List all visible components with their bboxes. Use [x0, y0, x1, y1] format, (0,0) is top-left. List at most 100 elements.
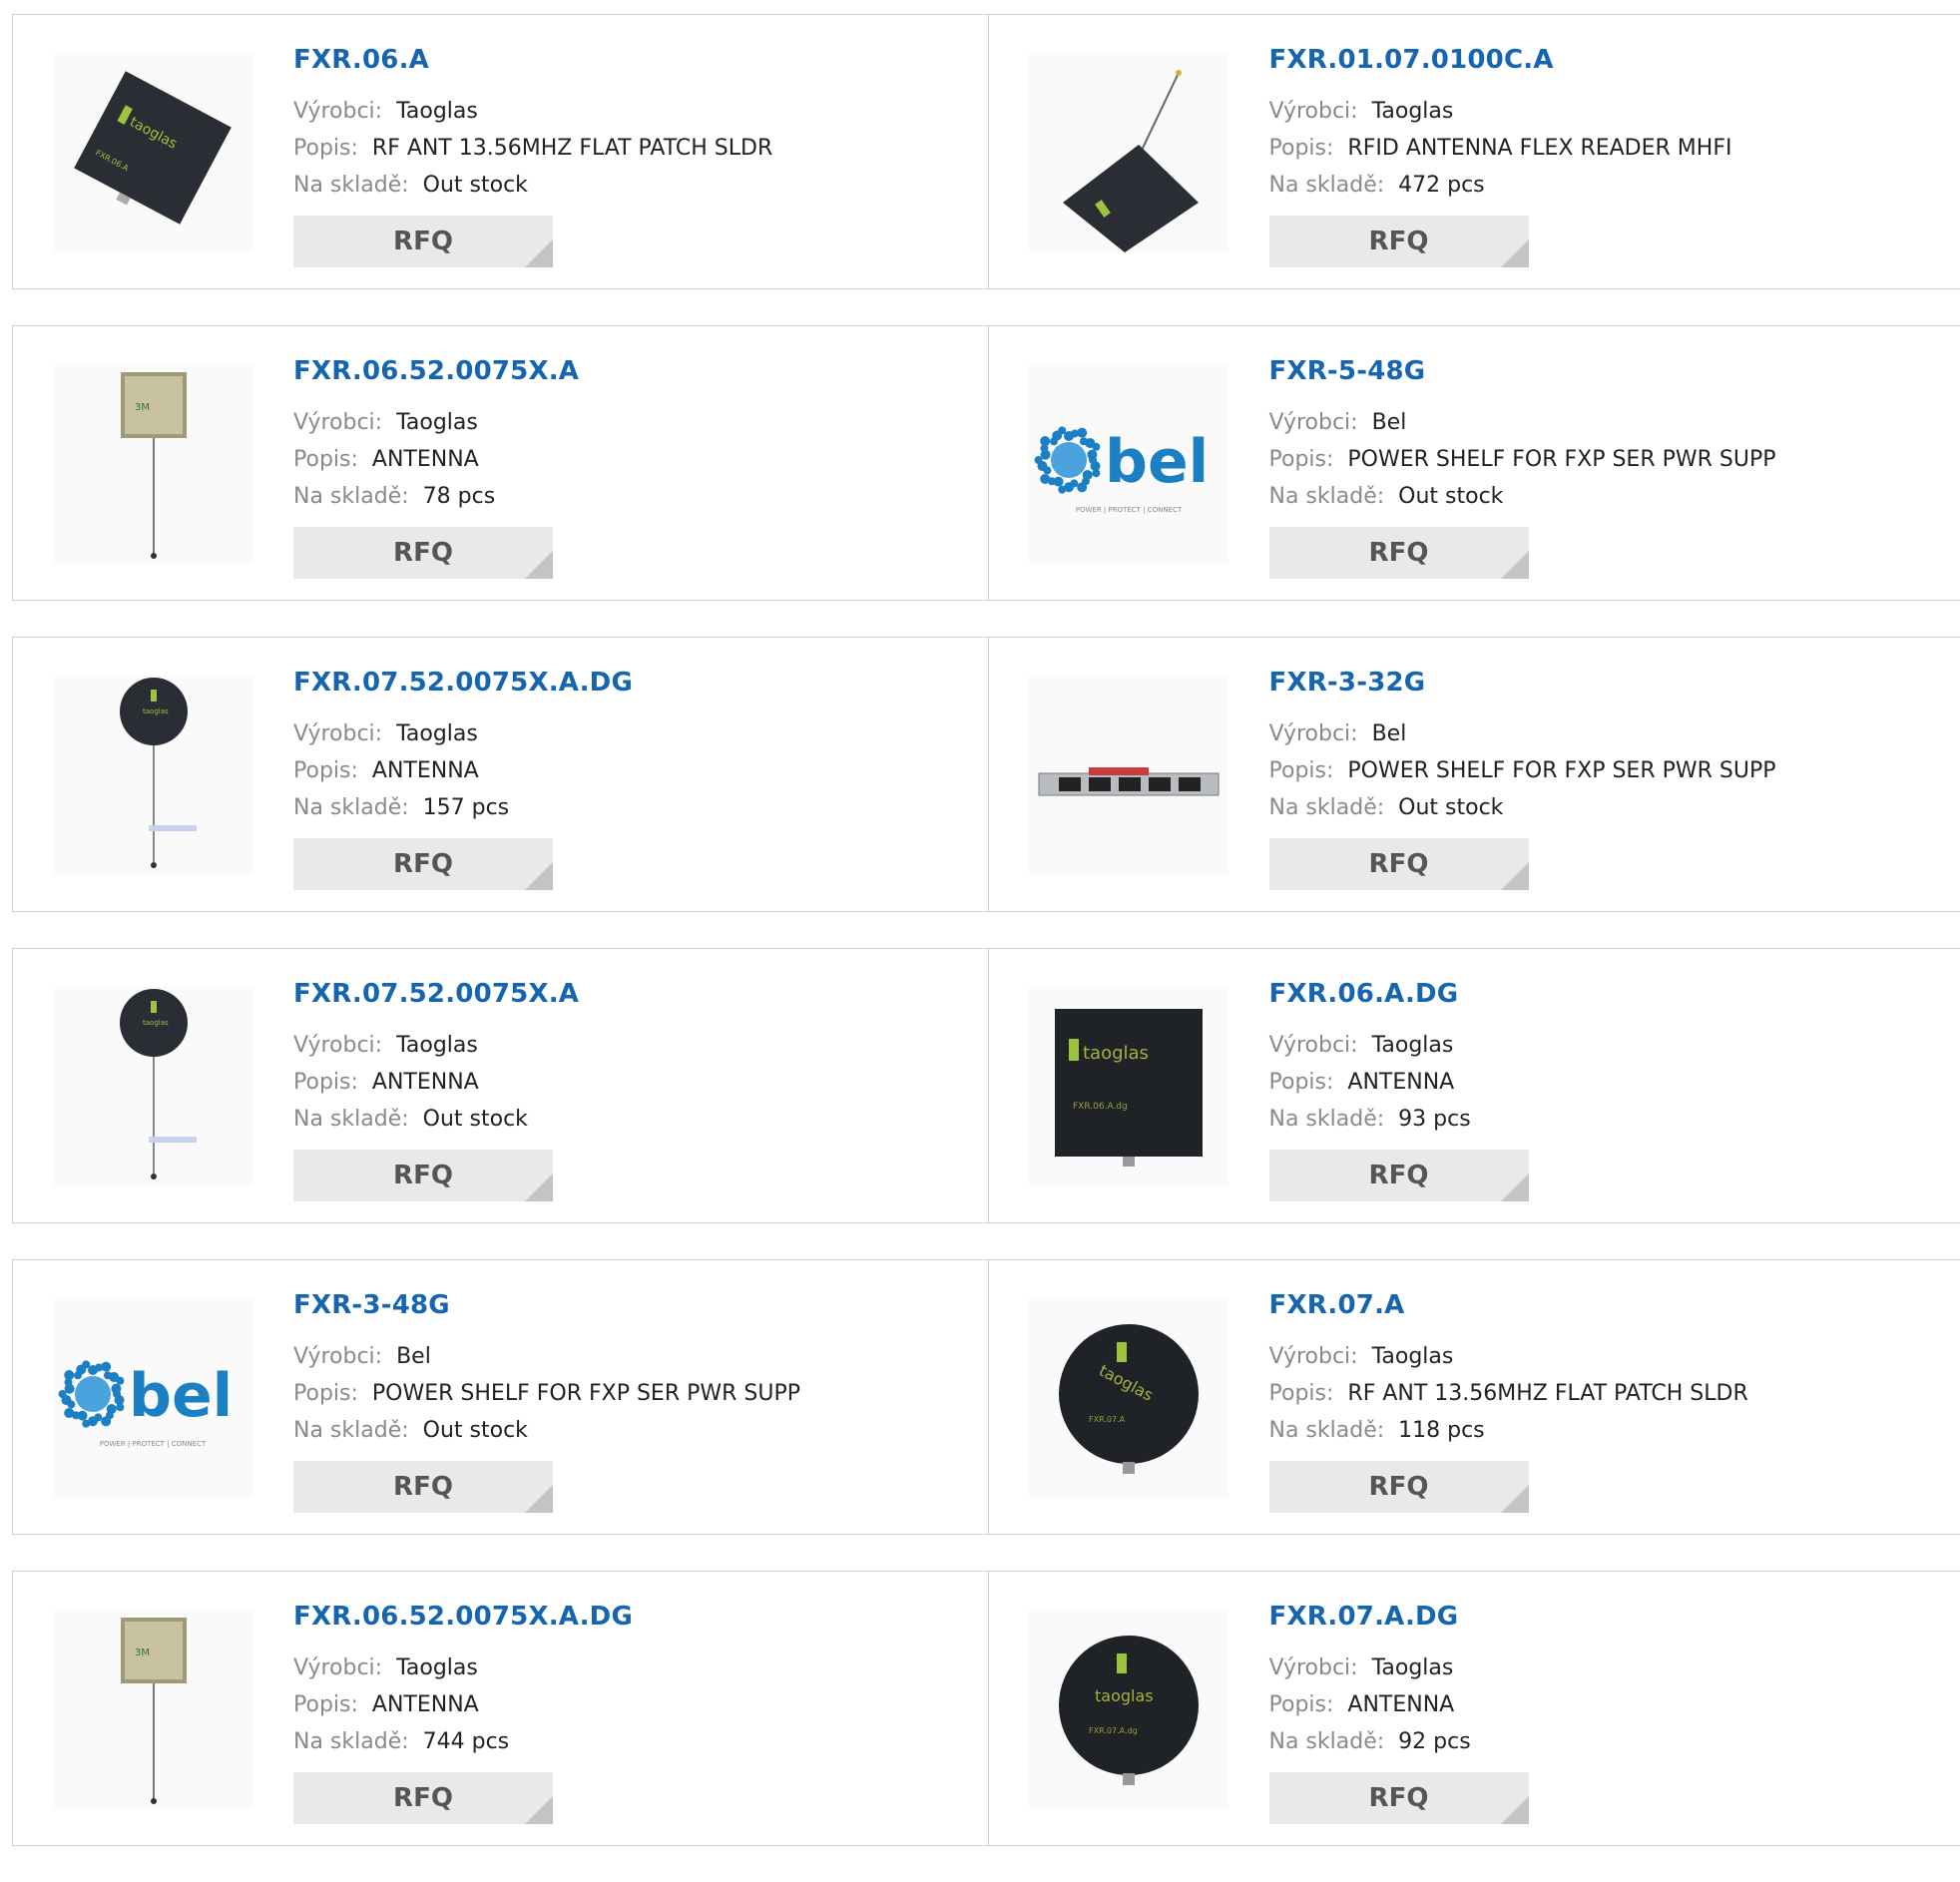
part-number-link[interactable]: FXR.06.A.DG	[1269, 979, 1471, 1009]
description-row: Popis:ANTENNA	[293, 1064, 579, 1101]
product-image[interactable]: 3M	[53, 364, 252, 564]
product-info: FXR.06.A.DG Výrobci:Taoglas Popis:ANTENN…	[1269, 979, 1471, 1138]
part-number-link[interactable]: FXR.06.A	[293, 45, 772, 75]
product-image[interactable]	[1029, 676, 1228, 875]
rfq-button[interactable]: RFQ	[293, 527, 553, 579]
stock-value: Out stock	[423, 1418, 528, 1443]
manufacturer-label: Výrobci:	[1269, 1033, 1358, 1058]
rfq-button[interactable]: RFQ	[1269, 838, 1529, 890]
product-image[interactable]: taoglas	[53, 987, 252, 1186]
product-row: 3M FXR.06.52.0075X.A.DG Výrobci:Taoglas …	[12, 1571, 1960, 1846]
product-image[interactable]: 3M	[53, 1610, 252, 1809]
description-row: Popis:ANTENNA	[293, 752, 633, 789]
description-value: ANTENNA	[1347, 1692, 1454, 1717]
manufacturer-row: Výrobci:Taoglas	[1269, 1027, 1471, 1064]
rfq-button[interactable]: RFQ	[1269, 527, 1529, 579]
manufacturer-label: Výrobci:	[1269, 1344, 1358, 1369]
product-image[interactable]: taoglas	[53, 676, 252, 875]
product-image[interactable]: taoglas FXR.07.A	[1029, 1298, 1228, 1498]
description-value: ANTENNA	[372, 758, 479, 783]
part-number-link[interactable]: FXR.07.A.DG	[1269, 1602, 1471, 1632]
rfq-button[interactable]: RFQ	[293, 838, 553, 890]
svg-text:3M: 3M	[135, 402, 150, 413]
product-card: taoglas FXR.07.A FXR.07.A Výrobci:Taogla…	[988, 1260, 1960, 1534]
product-image[interactable]: taoglas FXR.07.A.dg	[1029, 1610, 1228, 1809]
manufacturer-label: Výrobci:	[293, 1655, 382, 1680]
stock-row: Na skladě:Out stock	[293, 1412, 800, 1449]
stock-value: 472 pcs	[1398, 173, 1485, 198]
product-info: FXR.06.A Výrobci:Taoglas Popis:RF ANT 13…	[293, 45, 772, 204]
part-number-link[interactable]: FXR.06.52.0075X.A.DG	[293, 1602, 633, 1632]
product-card: 3M FXR.06.52.0075X.A Výrobci: Taoglas Pop…	[13, 326, 988, 600]
manufacturer-row: Výrobci: Taoglas	[293, 93, 772, 130]
part-number-link[interactable]: FXR-5-48G	[1269, 356, 1776, 386]
part-number-link[interactable]: FXR.06.52.0075X.A	[293, 356, 579, 386]
stock-label: Na skladě:	[293, 1107, 409, 1132]
rfq-button[interactable]: RFQ	[1269, 216, 1529, 267]
part-number-link[interactable]: FXR.07.52.0075X.A.DG	[293, 668, 633, 698]
manufacturer-label: Výrobci:	[293, 410, 382, 435]
stock-label: Na skladě:	[293, 1729, 409, 1754]
manufacturer-value: Taoglas	[396, 410, 478, 435]
description-value: ANTENNA	[372, 1692, 479, 1717]
manufacturer-value: Taoglas	[396, 1033, 478, 1058]
rfq-button[interactable]: RFQ	[1269, 1150, 1529, 1201]
product-row: 3M FXR.06.52.0075X.A Výrobci: Taoglas Pop…	[12, 325, 1960, 601]
svg-text:bel: bel	[1105, 427, 1209, 497]
product-image[interactable]	[1029, 53, 1228, 252]
part-number-link[interactable]: FXR-3-48G	[293, 1290, 800, 1320]
manufacturer-value: Bel	[1372, 410, 1407, 435]
manufacturer-label: Výrobci:	[293, 721, 382, 746]
stock-row: Na skladě:118 pcs	[1269, 1412, 1748, 1449]
description-value: ANTENNA	[1347, 1070, 1454, 1095]
description-row: Popis:ANTENNA	[293, 441, 579, 478]
svg-text:3M: 3M	[135, 1647, 150, 1658]
product-image[interactable]: bel POWER | PROTECT | CONNECT	[1029, 364, 1228, 564]
rfq-button[interactable]: RFQ	[293, 1150, 553, 1201]
stock-row: Na skladě:Out stock	[293, 167, 772, 204]
svg-text:bel: bel	[129, 1361, 233, 1431]
description-row: Popis:RF ANT 13.56MHZ FLAT PATCH SLDR	[1269, 1375, 1748, 1412]
product-info: FXR.06.52.0075X.A Výrobci: Taoglas Popis:…	[293, 356, 579, 515]
part-number-link[interactable]: FXR.01.07.0100C.A	[1269, 45, 1732, 75]
description-value: POWER SHELF FOR FXP SER PWR SUPP	[1347, 447, 1775, 472]
stock-row: Na skladě:744 pcs	[293, 1723, 633, 1760]
part-number-link[interactable]: FXR.07.52.0075X.A	[293, 979, 579, 1009]
svg-text:POWER | PROTECT | CONNECT: POWER | PROTECT | CONNECT	[1075, 506, 1182, 514]
rfq-button[interactable]: RFQ	[1269, 1772, 1529, 1824]
product-row: taoglas FXR.07.52.0075X.A Výrobci:Taogla…	[12, 948, 1960, 1223]
description-value: POWER SHELF FOR FXP SER PWR SUPP	[372, 1381, 800, 1406]
description-label: Popis:	[293, 447, 358, 472]
product-image[interactable]: taoglas FXR.06.A.dg	[1029, 987, 1228, 1186]
stock-label: Na skladě:	[1269, 484, 1385, 509]
stock-row: Na skladě:78 pcs	[293, 478, 579, 515]
product-card: bel POWER | PROTECT | CONNECT FXR-5-48G …	[988, 326, 1960, 600]
rfq-button[interactable]: RFQ	[293, 1461, 553, 1513]
description-row: Popis:RFID ANTENNA FLEX READER MHFI	[1269, 130, 1732, 167]
description-row: Popis:ANTENNA	[293, 1686, 633, 1723]
manufacturer-label: Výrobci:	[293, 99, 382, 124]
product-card: taoglas FXR.06.A.dg FXR.06.A.DG Výrobci:…	[988, 949, 1960, 1222]
description-label: Popis:	[1269, 447, 1334, 472]
description-row: Popis: POWER SHELF FOR FXP SER PWR SUPP	[1269, 441, 1776, 478]
rfq-button[interactable]: RFQ	[293, 216, 553, 267]
product-card: taoglas FXR.06.A FXR.06.A Výrobci: Taogla…	[13, 15, 988, 288]
manufacturer-value: Taoglas	[396, 721, 478, 746]
product-info: FXR.07.A.DG Výrobci:Taoglas Popis:ANTENN…	[1269, 1602, 1471, 1760]
product-image[interactable]: bel POWER | PROTECT | CONNECT	[53, 1298, 252, 1498]
description-label: Popis:	[293, 1070, 358, 1095]
manufacturer-row: Výrobci:Bel	[1269, 404, 1776, 441]
product-image[interactable]: taoglas FXR.06.A	[53, 53, 252, 252]
manufacturer-value: Taoglas	[1372, 99, 1454, 124]
rfq-button[interactable]: RFQ	[1269, 1461, 1529, 1513]
stock-value: 118 pcs	[1398, 1418, 1485, 1443]
stock-row: Na skladě:Out stock	[293, 1101, 579, 1138]
part-number-link[interactable]: FXR.07.A	[1269, 1290, 1748, 1320]
product-grid: taoglas FXR.06.A FXR.06.A Výrobci: Taogla…	[12, 14, 1960, 1882]
manufacturer-value: Taoglas	[396, 99, 478, 124]
rfq-button[interactable]: RFQ	[293, 1772, 553, 1824]
product-row: bel POWER | PROTECT | CONNECT FXR-3-48G …	[12, 1259, 1960, 1535]
part-number-link[interactable]: FXR-3-32G	[1269, 668, 1776, 698]
manufacturer-value: Bel	[396, 1344, 431, 1369]
stock-label: Na skladě:	[1269, 1107, 1385, 1132]
